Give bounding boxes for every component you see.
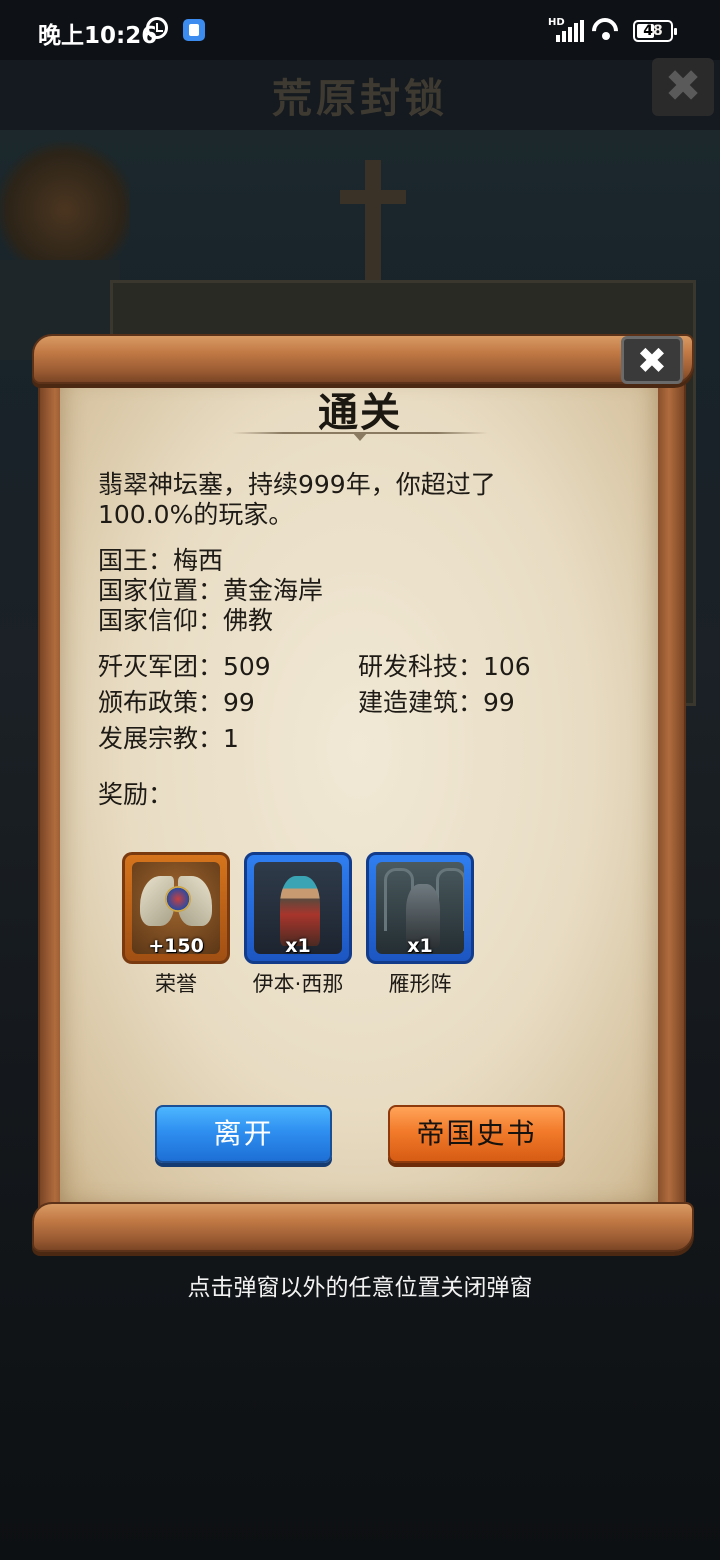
reward-quantity: x1 — [285, 935, 311, 957]
info-value: 佛教 — [223, 606, 274, 635]
dialog-title: 通关 — [318, 390, 402, 436]
background-cross — [365, 160, 381, 290]
close-hint: 点击弹窗以外的任意位置关闭弹窗 — [187, 1275, 533, 1301]
stat-policies: 颁布政策：99 — [98, 688, 255, 717]
info-separator: ： — [198, 606, 224, 635]
status-bar: 晚上10:26 HD 48 — [0, 0, 720, 60]
app-notification-icon — [183, 19, 205, 41]
info-value: 梅西 — [173, 546, 224, 575]
stat-religion: 发展宗教：1 — [98, 724, 239, 753]
empire-history-button[interactable]: 帝国史书 — [388, 1105, 565, 1163]
reward-name: 伊本·西那 — [252, 972, 344, 996]
stat-legions: 歼灭军团：509 — [98, 652, 271, 681]
scroll-rod-bottom — [32, 1202, 694, 1252]
reward-quantity: x1 — [407, 935, 433, 957]
leave-button[interactable]: 离开 — [155, 1105, 332, 1163]
reward-name: 荣誉 — [155, 972, 197, 996]
background-cross-bar — [340, 190, 406, 204]
stat-buildings: 建造建筑：99 — [358, 688, 515, 717]
background-tree — [0, 140, 130, 280]
info-label: 国家位置 — [98, 576, 199, 605]
reward-card-honor[interactable]: +150 — [122, 852, 230, 964]
stat-tech: 研发科技：106 — [358, 652, 531, 681]
rewards-label: 奖励： — [98, 780, 174, 809]
reward-quantity: +150 — [148, 935, 204, 957]
info-religion: 国家信仰：佛教 — [98, 606, 273, 636]
reward-name: 雁形阵 — [388, 972, 452, 996]
signal-icon — [556, 20, 584, 42]
summary-text: 翡翠神坛塞，持续999年，你超过了100.0%的玩家。 — [98, 470, 496, 529]
battery-level: 48 — [643, 23, 663, 39]
info-label: 国家信仰 — [98, 606, 199, 635]
info-king: 国王：梅西 — [98, 546, 223, 576]
background-close-icon: ✖ — [652, 58, 714, 116]
wifi-icon — [592, 18, 622, 42]
scroll-rod-top — [32, 334, 694, 384]
alarm-icon — [146, 17, 168, 39]
info-separator: ： — [148, 546, 174, 575]
battery-icon: 48 — [633, 20, 677, 42]
status-time: 晚上10:26 — [38, 23, 158, 49]
background-title: 荒原封锁 — [272, 76, 448, 122]
reward-card-formation[interactable]: x1 — [366, 852, 474, 964]
info-label: 国王 — [98, 546, 149, 575]
info-location: 国家位置：黄金海岸 — [98, 576, 323, 606]
reward-card-hero[interactable]: x1 — [244, 852, 352, 964]
info-value: 黄金海岸 — [223, 576, 324, 605]
info-separator: ： — [198, 576, 224, 605]
close-icon[interactable]: ✖ — [621, 336, 683, 384]
title-divider-tip — [352, 432, 368, 441]
